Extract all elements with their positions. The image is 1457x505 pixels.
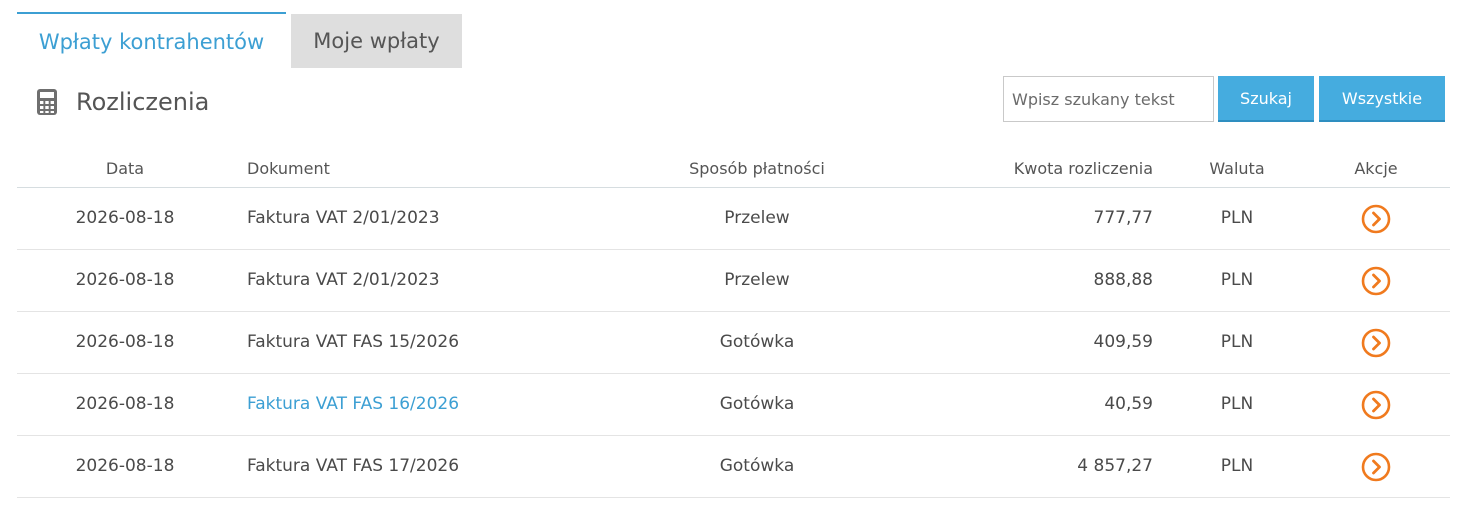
table-row: 2026-08-18 Faktura VAT FAS 17/2026 Gotówka… <box>17 436 1450 498</box>
chevron-right-circle-icon[interactable] <box>1361 390 1391 420</box>
cell-amount: 409,59 <box>1093 332 1153 352</box>
cell-amount: 888,88 <box>1093 270 1153 290</box>
chevron-right-circle-icon[interactable] <box>1361 328 1391 358</box>
chevron-right-circle-icon[interactable] <box>1361 452 1391 482</box>
cell-currency: PLN <box>1220 394 1254 414</box>
header-actions: Akcje <box>1354 159 1398 178</box>
header-currency: Waluta <box>1209 159 1265 178</box>
cell-amount: 777,77 <box>1093 208 1153 228</box>
page-title: Rozliczenia <box>76 88 210 116</box>
cell-date: 2026-08-18 <box>75 456 175 476</box>
cell-currency: PLN <box>1220 456 1254 476</box>
cell-currency: PLN <box>1220 208 1254 228</box>
cell-payment-method: Przelew <box>724 208 790 228</box>
section-header: Rozliczenia <box>36 84 209 120</box>
header-payment-method: Sposób płatności <box>689 159 825 178</box>
cell-date: 2026-08-18 <box>75 394 175 414</box>
chevron-right-circle-icon[interactable] <box>1361 204 1391 234</box>
search-input[interactable] <box>1003 76 1214 122</box>
search-button[interactable]: Szukaj <box>1218 76 1314 122</box>
cell-currency: PLN <box>1220 270 1254 290</box>
cell-payment-method: Przelew <box>724 270 790 290</box>
header-date: Data <box>105 159 145 178</box>
table-row: 2026-08-18 Faktura VAT 2/01/2023 Przelew 88… <box>17 250 1450 312</box>
table-row: 2026-08-18 Faktura VAT FAS 16/2026 Gotówka… <box>17 374 1450 436</box>
cell-date: 2026-08-18 <box>75 332 175 352</box>
cell-payment-method: Gotówka <box>719 456 795 476</box>
table-row: 2026-08-18 Faktura VAT 2/01/2023 Przelew 77… <box>17 188 1450 250</box>
cell-amount: 4 857,27 <box>1077 456 1153 476</box>
cell-payment-method: Gotówka <box>719 394 795 414</box>
table-body: 2026-08-18 Faktura VAT 2/01/2023 Przelew 77… <box>17 188 1450 498</box>
tab-contractor-payments[interactable]: Wpłaty kontrahentów <box>17 12 286 68</box>
tab-my-payments[interactable]: Moje wpłaty <box>291 14 462 68</box>
table-row: 2026-08-18 Faktura VAT FAS 15/2026 Gotówka… <box>17 312 1450 374</box>
cell-currency: PLN <box>1220 332 1254 352</box>
header-amount: Kwota rozliczenia <box>1013 159 1153 178</box>
cell-date: 2026-08-18 <box>75 208 175 228</box>
settlements-table: Data Dokument Sposób płatności Kwota roz… <box>17 150 1450 498</box>
calculator-icon <box>37 89 57 115</box>
show-all-button[interactable]: Wszystkie <box>1319 76 1445 122</box>
table-header: Data Dokument Sposób płatności Kwota roz… <box>17 150 1450 188</box>
cell-payment-method: Gotówka <box>719 332 795 352</box>
cell-amount: 40,59 <box>1104 394 1153 414</box>
cell-date: 2026-08-18 <box>75 270 175 290</box>
chevron-right-circle-icon[interactable] <box>1361 266 1391 296</box>
